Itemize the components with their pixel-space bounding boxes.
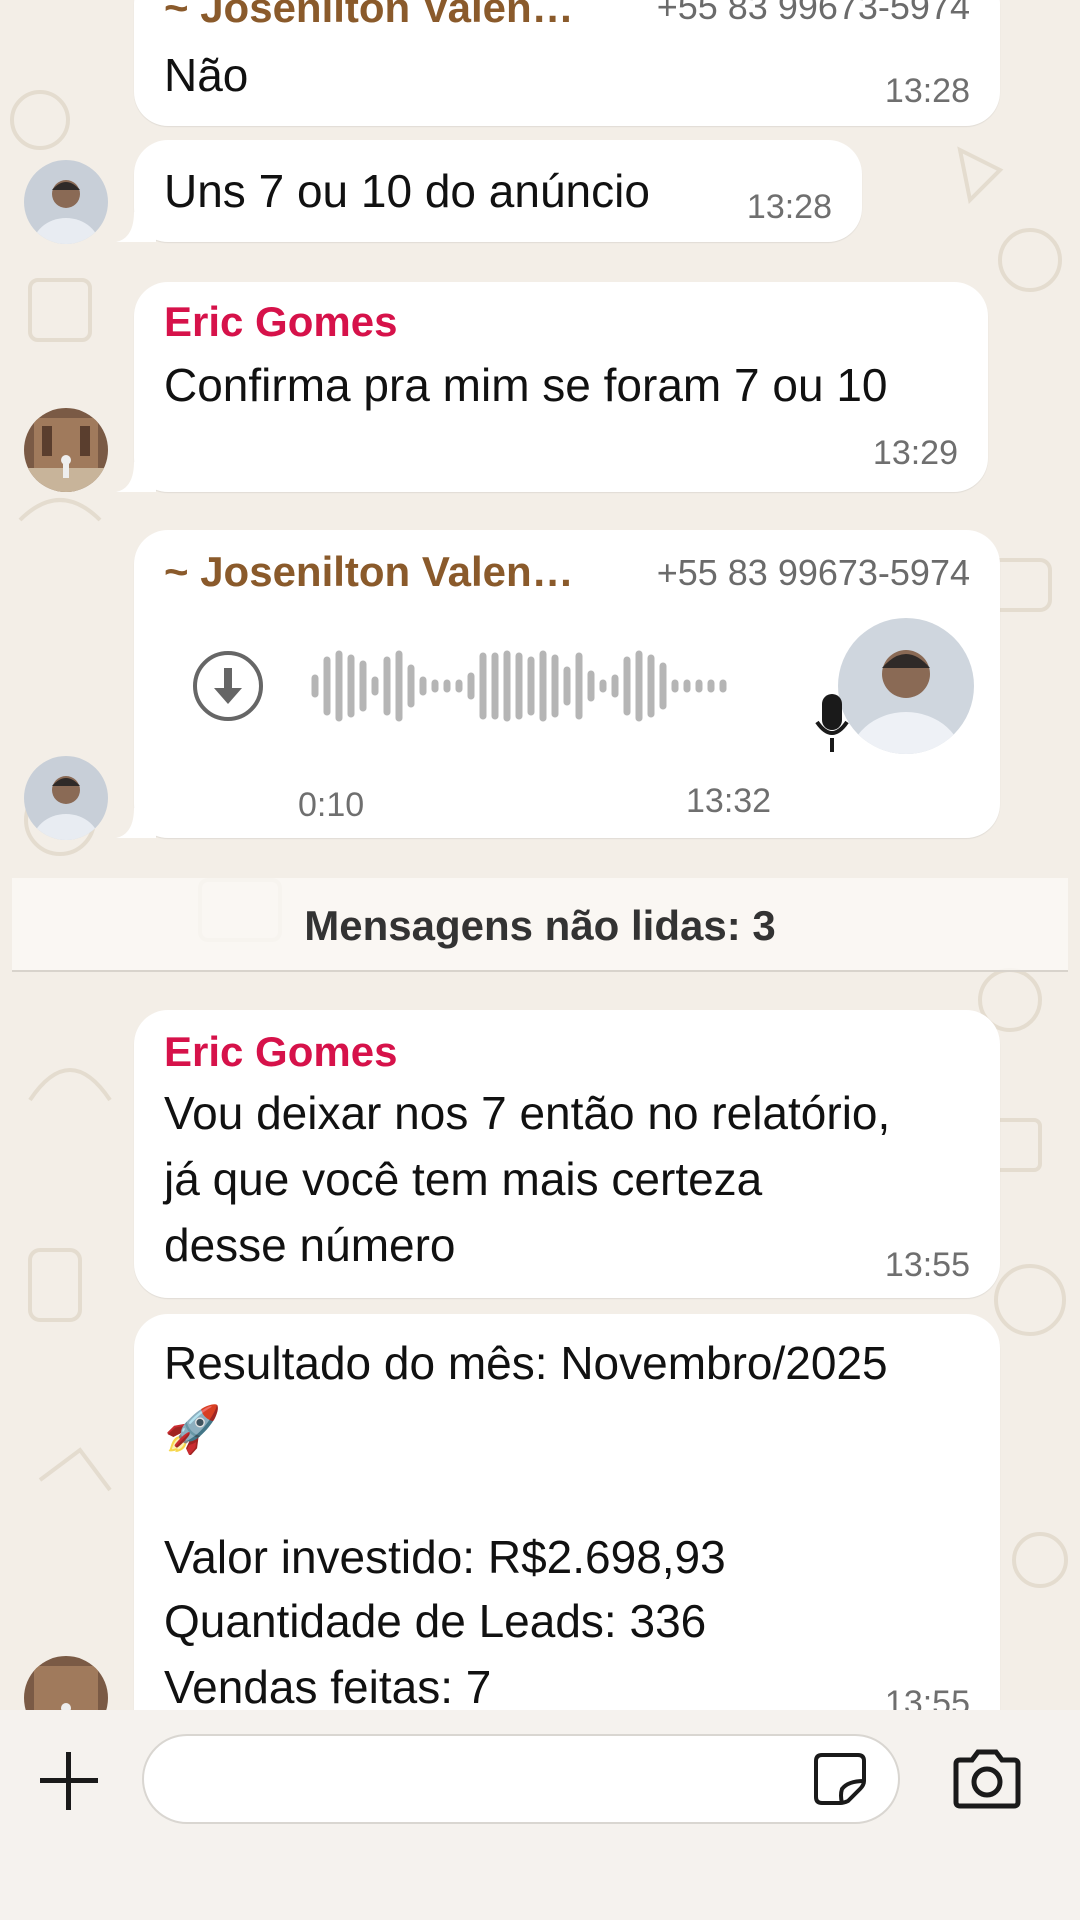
sender-name[interactable]: Eric Gomes	[164, 1028, 397, 1076]
message-bubble[interactable]: Uns 7 ou 10 do anúncio 13:28	[116, 140, 862, 242]
camera-button[interactable]	[950, 1746, 1024, 1812]
voice-message-bubble[interactable]: ~ Josenilton Valen… +55 83 99673-5974 0:…	[116, 530, 1000, 838]
plus-icon	[40, 1752, 98, 1810]
message-time: 13:32	[686, 782, 772, 820]
avatar[interactable]	[24, 408, 108, 492]
message-bubble[interactable]: Eric Gomes Vou deixar nos 7 então no rel…	[134, 1010, 1000, 1298]
message-input[interactable]	[142, 1734, 900, 1824]
message-bubble[interactable]: Resultado do mês: Novembro/2025 🚀 Valor …	[134, 1314, 1000, 1710]
chat-area[interactable]: ~ Josenilton Valen… +55 83 99673-5974 Nã…	[0, 0, 1080, 1710]
unread-separator: Mensagens não lidas: 3	[12, 878, 1068, 972]
download-icon	[193, 651, 263, 721]
message-time: 13:28	[746, 188, 832, 226]
message-text: Não	[164, 49, 249, 101]
message-text: Uns 7 ou 10 do anúncio	[164, 165, 650, 217]
rocket-emoji: 🚀	[164, 1403, 222, 1455]
sticker-icon	[814, 1753, 866, 1805]
camera-icon	[953, 1749, 1021, 1809]
message-text: Valor investido: R$2.698,93	[164, 1531, 726, 1583]
sender-phone: +55 83 99673-5974	[656, 0, 970, 27]
message-text: Vendas feitas: 7	[164, 1661, 492, 1710]
message-text: Resultado do mês: Novembro/2025	[164, 1337, 888, 1389]
audio-waveform[interactable]	[310, 646, 780, 726]
sender-name[interactable]: Eric Gomes	[164, 298, 397, 346]
message-time: 13:55	[884, 1246, 970, 1284]
message-text: Confirma pra mim se foram 7 ou 10	[164, 359, 888, 411]
microphone-icon	[815, 694, 849, 752]
plus-button[interactable]	[36, 1748, 102, 1814]
unread-label: Mensagens não lidas: 3	[304, 902, 776, 949]
message-time: 13:29	[872, 434, 958, 472]
message-bubble[interactable]: Eric Gomes Confirma pra mim se foram 7 o…	[116, 282, 988, 492]
download-button[interactable]	[192, 650, 264, 722]
avatar[interactable]	[24, 160, 108, 244]
sticker-button[interactable]	[812, 1751, 868, 1807]
sender-name[interactable]: ~ Josenilton Valen…	[164, 0, 574, 32]
sender-phone: +55 83 99673-5974	[656, 552, 970, 593]
message-text: Quantidade de Leads: 336	[164, 1595, 707, 1647]
message-time: 13:55	[884, 1684, 970, 1710]
voice-duration: 0:10	[298, 786, 365, 824]
avatar[interactable]	[24, 1656, 108, 1710]
composer-bar	[0, 1710, 1080, 1920]
message-time: 13:28	[884, 72, 970, 110]
sender-name[interactable]: ~ Josenilton Valen…	[164, 548, 574, 596]
voice-sender-avatar[interactable]	[838, 618, 974, 754]
avatar[interactable]	[24, 756, 108, 840]
message-bubble[interactable]: ~ Josenilton Valen… +55 83 99673-5974 Nã…	[134, 0, 1000, 126]
message-text: Vou deixar nos 7 então no relatório, já …	[164, 1087, 891, 1271]
